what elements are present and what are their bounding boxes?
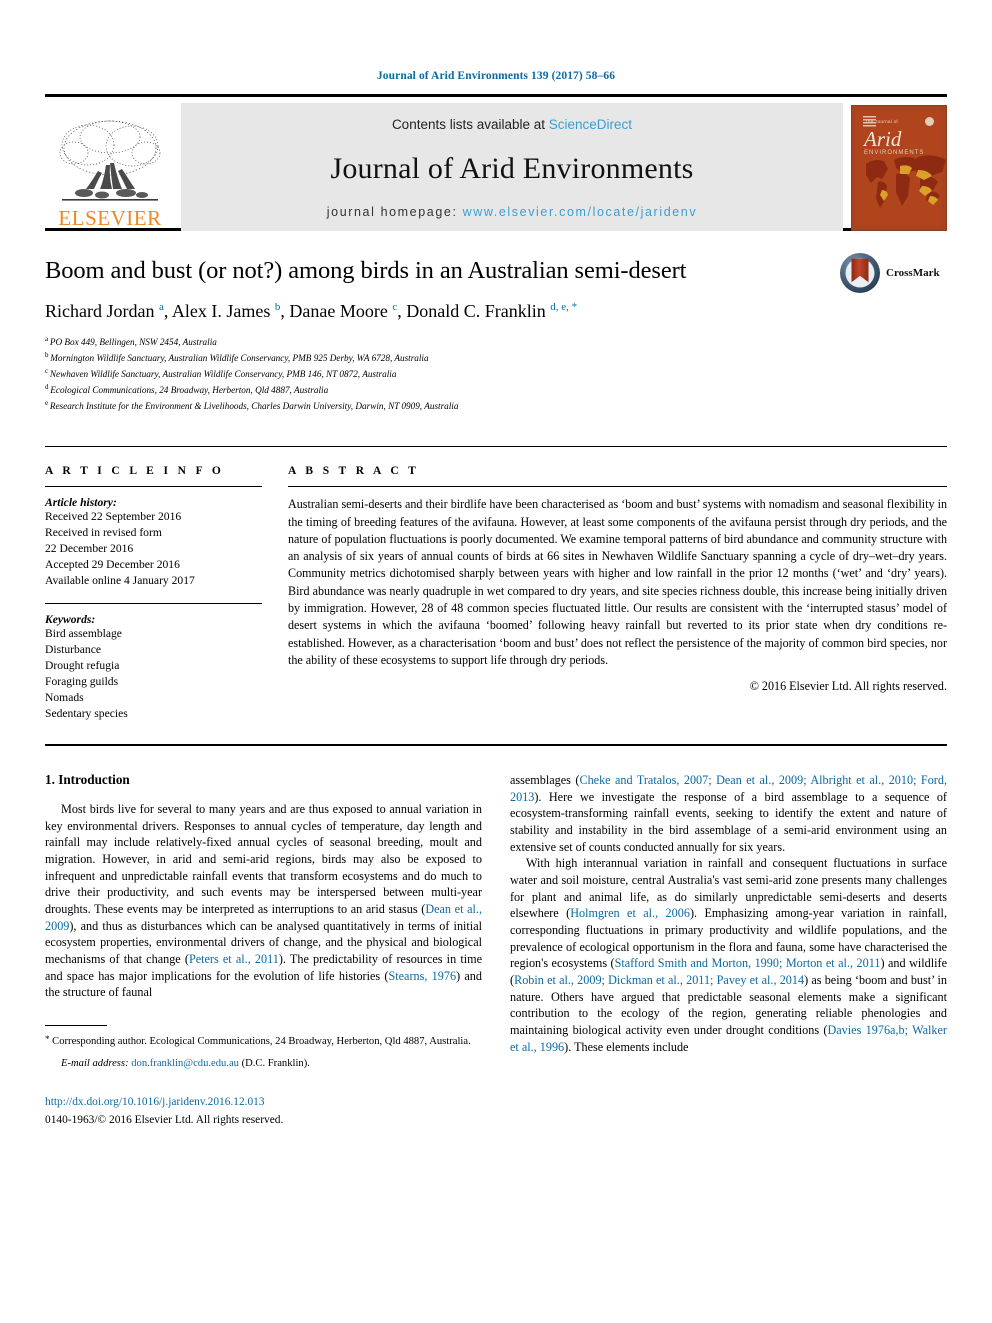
author-name: Alex I. James [171,300,275,321]
intro-text-1: Most birds live for several to many year… [45,802,482,917]
citation-peters-2011[interactable]: Peters et al., 2011 [189,952,279,966]
author-separator: , [397,300,407,321]
doi-block: http://dx.doi.org/10.1016/j.jaridenv.201… [45,1094,482,1129]
page-title: Boom and bust (or not?) among birds in a… [45,257,687,284]
crossmark-badge[interactable]: CrossMark [839,251,947,295]
intro-paragraph-left: Most birds live for several to many year… [45,801,482,1001]
journal-masthead: ELSEVIER Contents lists available at Sci… [45,94,947,231]
keyword-item: Nomads [45,691,84,705]
affiliation-text: Mornington Wildlife Sanctuary, Australia… [50,353,429,364]
body-left-column: 1. Introduction Most birds live for seve… [45,772,482,1129]
keywords-label: Keywords: [45,613,96,627]
affiliation-text: PO Box 449, Bellingen, NSW 2454, Austral… [49,337,217,348]
elsevier-logo: ELSEVIER [45,103,175,231]
affiliation-text: Newhaven Wildlife Sanctuary, Australian … [49,369,397,380]
footnote-rule [45,1024,107,1026]
abstract-column: A B S T R A C T Australian semi-deserts … [288,447,947,722]
affiliation-line: a PO Box 449, Bellingen, NSW 2454, Austr… [45,334,947,350]
affiliation-line: b Mornington Wildlife Sanctuary, Austral… [45,350,947,366]
corresponding-author-text: Corresponding author. Ecological Communi… [49,1035,471,1047]
article-history-lines: Received 22 September 2016 Received in re… [45,509,262,589]
affiliation-text: Ecological Communications, 24 Broadway, … [50,385,329,396]
affiliation-line: e Research Institute for the Environment… [45,398,947,414]
info-abstract-region: A R T I C L E I N F O Article history: R… [45,446,947,722]
affiliation-text: Research Institute for the Environment &… [49,401,459,412]
keyword-item: Sedentary species [45,707,128,721]
article-history-item: Received in revised form [45,526,162,540]
author-name: Richard Jordan [45,300,159,321]
contents-available-line: Contents lists available at ScienceDirec… [392,117,632,132]
author-separator: , [280,300,290,321]
citation-holmgren-2006[interactable]: Holmgren et al., 2006 [570,906,690,920]
sciencedirect-link[interactable]: ScienceDirect [549,117,632,132]
journal-homepage-link[interactable]: www.elsevier.com/locate/jaridenv [463,205,698,219]
author-affiliation-mark: d, e, * [550,300,578,313]
citation-stafford-morton[interactable]: Stafford Smith and Morton, 1990; Morton … [615,956,881,970]
abstract-bottom-rule [45,744,947,747]
corresponding-author-note: * Corresponding author. Ecological Commu… [45,1033,482,1050]
article-history-item: Accepted 29 December 2016 [45,558,180,572]
cover-art: The Journal of Arid ENVIRONMENTS [856,110,946,226]
citation-robin-dickman-pavey[interactable]: Robin et al., 2009; Dickman et al., 2011… [514,973,804,987]
article-history-label: Article history: [45,496,117,510]
paper-page: Journal of Arid Environments 139 (2017) … [0,0,992,1323]
journal-band: Contents lists available at ScienceDirec… [181,103,843,231]
affiliation-list: a PO Box 449, Bellingen, NSW 2454, Austr… [45,334,947,414]
body-right-column: assemblages (Cheke and Tratalos, 2007; D… [510,772,947,1129]
cover-line2: Arid [864,127,902,151]
abstract-heading: A B S T R A C T [288,465,420,478]
keyword-item: Bird assemblage [45,627,122,641]
keyword-item: Drought refugia [45,659,120,673]
author-separator: , [163,300,172,321]
elsevier-wordmark: ELSEVIER [58,206,162,230]
author-name: Donald C. Franklin [406,300,551,321]
running-head: Journal of Arid Environments 139 (2017) … [376,70,616,82]
right-text-2: ). Here we investigate the response of a… [510,789,947,854]
cover-line1: The Journal of [865,119,898,124]
keyword-item: Foraging guilds [45,675,119,689]
right-text-1: assemblages ( [510,773,580,788]
journal-cover-thumbnail: The Journal of Arid ENVIRONMENTS [851,105,947,231]
email-link[interactable]: don.franklin@cdu.edu.au [131,1058,239,1069]
contents-prefix: Contents lists available at [391,117,549,132]
article-info-heading: A R T I C L E I N F O [45,465,225,478]
intro-paragraph-right-1: assemblages (Cheke and Tratalos, 2007; D… [510,772,947,855]
crossmark-icon [840,253,880,293]
section-heading-introduction: 1. Introduction [45,772,130,788]
affiliation-line: d Ecological Communications, 24 Broadway… [45,382,947,398]
email-label: E-mail address: [61,1057,129,1069]
article-info-column: A R T I C L E I N F O Article history: R… [45,447,288,722]
right-text-7: ). These elements include [564,1039,689,1054]
elsevier-tree-icon [59,120,161,201]
cover-world-map-icon [866,155,946,208]
article-history-item: Available online 4 January 2017 [45,574,195,588]
author-name: Danae Moore [289,300,393,321]
crossmark-label: CrossMark [886,267,940,279]
doi-link[interactable]: http://dx.doi.org/10.1016/j.jaridenv.201… [45,1094,482,1111]
abstract-text: Australian semi-deserts and their birdli… [288,497,947,667]
abstract-rule [288,486,947,488]
footnote-block: * Corresponding author. Ecological Commu… [45,1024,482,1129]
citation-stearns-1976[interactable]: Stearns, 1976 [388,969,456,983]
homepage-prefix: journal homepage: [326,205,463,219]
keyword-lines: Bird assemblage Disturbance Drought refugi… [45,626,262,722]
article-history-item: 22 December 2016 [45,542,134,556]
affiliation-line: c Newhaven Wildlife Sanctuary, Australia… [45,366,947,382]
article-history-item: Received 22 September 2016 [45,510,182,524]
title-block: CrossMark Boom and bust (or not?) among … [45,253,947,414]
keywords-block: Keywords: Bird assemblage Disturbance Drou… [45,603,262,722]
email-note: E-mail address: don.franklin@cdu.edu.au … [45,1057,482,1072]
body-columns: 1. Introduction Most birds live for seve… [45,772,947,1129]
article-info-rule [45,486,262,488]
intro-paragraph-right-2: With high interannual variation in rainf… [510,855,947,1055]
author-list: Richard Jordan a, Alex I. James b, Danae… [45,300,947,323]
cover-openaccess-icon [925,117,934,126]
abstract-copyright: © 2016 Elsevier Ltd. All rights reserved… [749,679,947,694]
keyword-item: Disturbance [45,643,102,657]
email-suffix: (D.C. Franklin). [238,1057,310,1069]
issn-copyright-line: 0140-1963/© 2016 Elsevier Ltd. All right… [45,1114,284,1127]
journal-homepage-line: journal homepage: www.elsevier.com/locat… [327,205,697,219]
journal-title: Journal of Arid Environments [330,151,694,185]
keywords-rule [45,603,262,605]
